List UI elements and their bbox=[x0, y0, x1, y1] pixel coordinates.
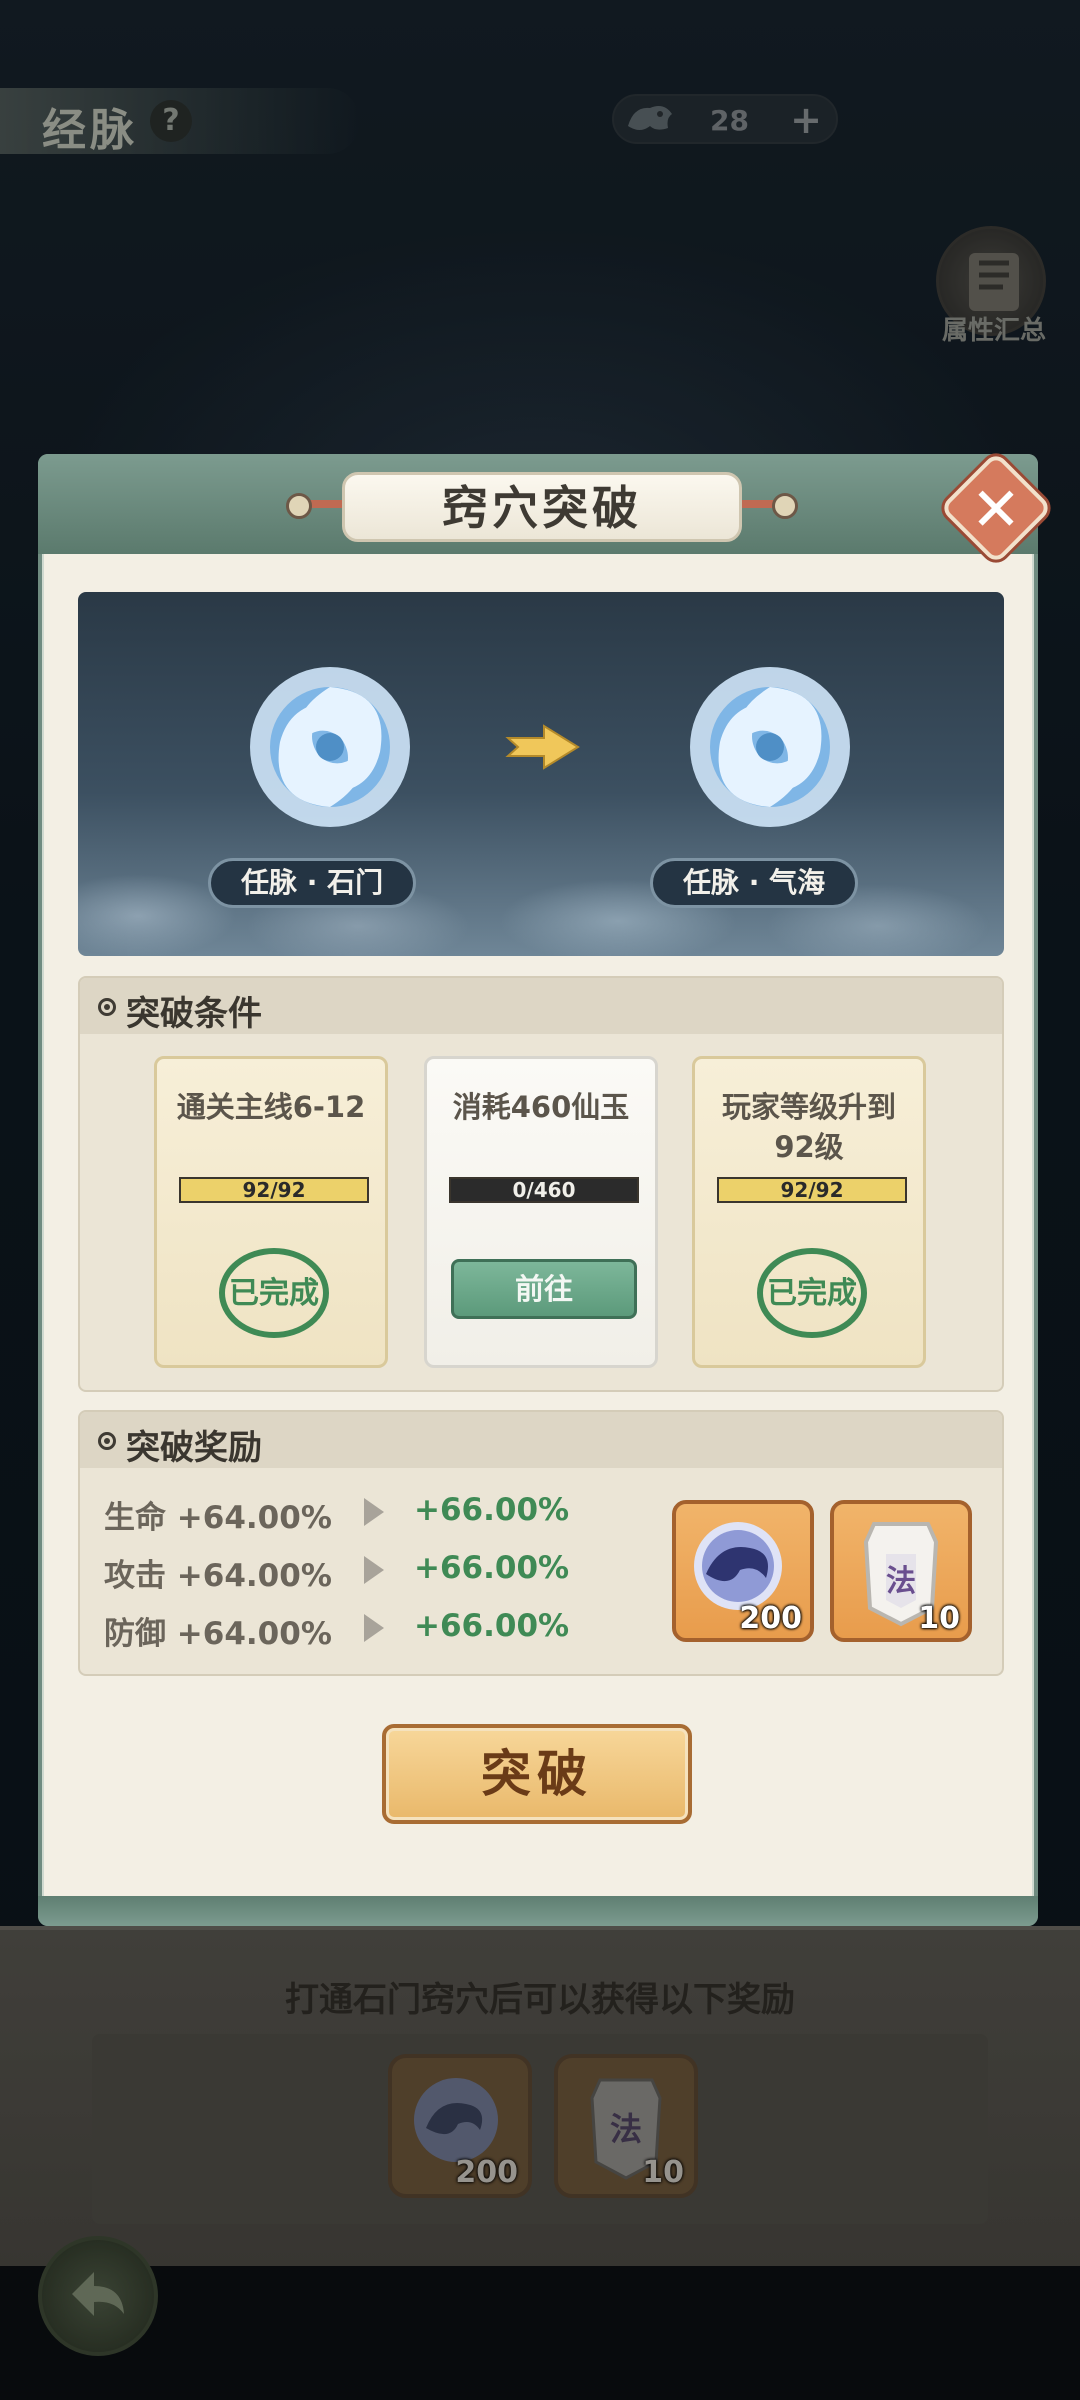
reward-item-count: 10 bbox=[918, 1601, 960, 1636]
stat-current: 攻击 +64.00% bbox=[104, 1558, 332, 1594]
go-button[interactable]: 前往 bbox=[451, 1259, 637, 1319]
arrow-right-icon bbox=[505, 724, 580, 770]
progress-label: 92/92 bbox=[780, 1178, 844, 1202]
conditions-section: 突破条件 通关主线6-12 92/92 已完成 消耗460仙玉 0/460 前往… bbox=[78, 976, 1004, 1392]
triangle-right-icon bbox=[364, 1498, 384, 1526]
svg-text:已完成: 已完成 bbox=[229, 1276, 319, 1311]
progress-label: 92/92 bbox=[242, 1178, 306, 1202]
stat-current: 生命 +64.00% bbox=[104, 1500, 332, 1536]
triangle-right-icon bbox=[364, 1556, 384, 1584]
triangle-right-icon bbox=[364, 1614, 384, 1642]
reward-item-jade[interactable]: 200 bbox=[672, 1500, 814, 1642]
stat-row-hp: 生命 +64.00% +66.00% bbox=[104, 1492, 569, 1537]
breakthrough-modal: 窍穴突破 ✕ 任脉 · 石门 任脉 · 气海 突破条件 通关主线6-12 92/… bbox=[38, 451, 1053, 1926]
progress-bar: 92/92 bbox=[179, 1177, 369, 1203]
svg-text:已完成: 已完成 bbox=[767, 1276, 857, 1311]
bullet-icon bbox=[98, 1432, 116, 1450]
breakthrough-button[interactable]: 突破 bbox=[382, 1724, 692, 1824]
condition-card: 消耗460仙玉 0/460 前往 bbox=[424, 1056, 658, 1368]
meridian-scene: 任脉 · 石门 任脉 · 气海 bbox=[78, 592, 1004, 956]
modal-title: 窍穴突破 bbox=[342, 472, 742, 542]
stat-new: +66.00% bbox=[414, 1492, 570, 1528]
bullet-icon bbox=[98, 998, 116, 1016]
rewards-heading: 突破奖励 bbox=[126, 1428, 262, 1468]
close-icon: ✕ bbox=[970, 475, 1022, 545]
acupoint-vortex-icon bbox=[690, 667, 850, 827]
modal-footer bbox=[38, 1896, 1038, 1926]
condition-title: 玩家等级升到92级 bbox=[721, 1090, 896, 1164]
completed-stamp-icon: 已完成 bbox=[757, 1248, 867, 1338]
progress-bar: 0/460 bbox=[449, 1177, 639, 1203]
stat-new: +66.00% bbox=[414, 1608, 570, 1644]
conditions-heading: 突破条件 bbox=[126, 994, 262, 1034]
condition-card: 玩家等级升到92级 92/92 已完成 bbox=[692, 1056, 926, 1368]
reward-item-talisman[interactable]: 法 10 bbox=[830, 1500, 972, 1642]
from-acupoint-label: 任脉 · 石门 bbox=[208, 858, 417, 908]
condition-card: 通关主线6-12 92/92 已完成 bbox=[154, 1056, 388, 1368]
stat-row-def: 防御 +64.00% +66.00% bbox=[104, 1608, 569, 1653]
stat-new: +66.00% bbox=[414, 1550, 570, 1586]
stat-row-atk: 攻击 +64.00% +66.00% bbox=[104, 1550, 569, 1595]
condition-title: 消耗460仙玉 bbox=[452, 1090, 630, 1124]
to-acupoint-label: 任脉 · 气海 bbox=[650, 858, 859, 908]
acupoint-vortex-icon bbox=[250, 667, 410, 827]
progress-bar: 92/92 bbox=[717, 1177, 907, 1203]
progress-label: 0/460 bbox=[512, 1178, 576, 1202]
condition-title: 通关主线6-12 bbox=[176, 1090, 366, 1124]
rewards-section: 突破奖励 生命 +64.00% +66.00% 攻击 +64.00% +66.0… bbox=[78, 1410, 1004, 1676]
completed-stamp-icon: 已完成 bbox=[219, 1248, 329, 1338]
reward-item-count: 200 bbox=[739, 1601, 802, 1636]
conditions-header: 突破条件 bbox=[80, 978, 1002, 1034]
rewards-header: 突破奖励 bbox=[80, 1412, 1002, 1468]
stat-current: 防御 +64.00% bbox=[104, 1616, 332, 1652]
talisman-glyph: 法 bbox=[886, 1564, 916, 1599]
